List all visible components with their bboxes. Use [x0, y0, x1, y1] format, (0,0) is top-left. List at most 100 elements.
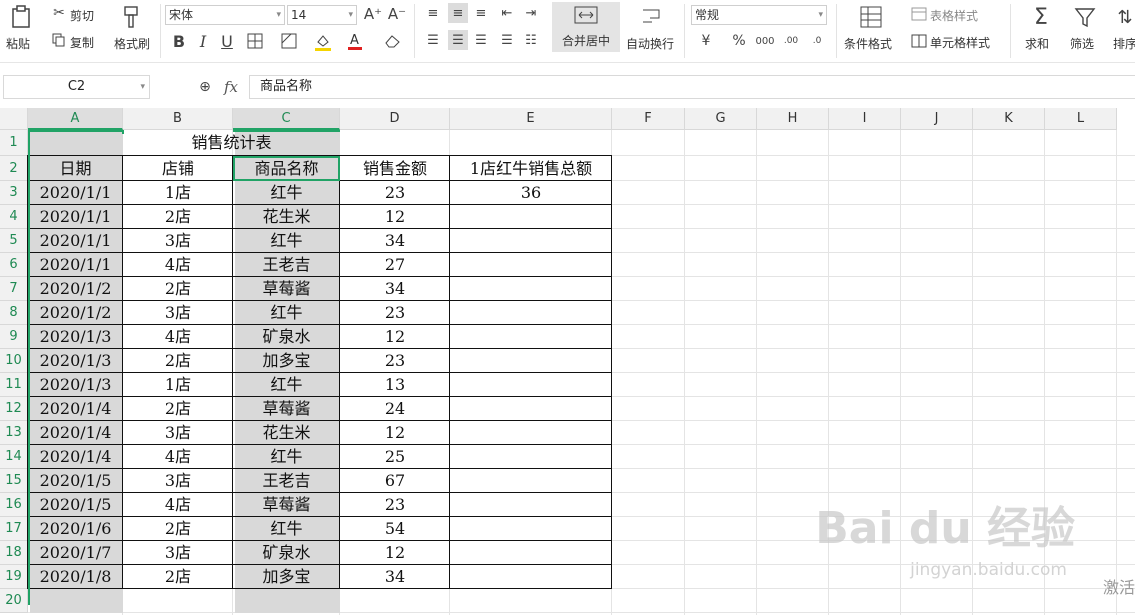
fill-color-icon[interactable]	[310, 31, 336, 53]
sum-icon[interactable]: Σ	[1028, 4, 1054, 30]
row-header-5[interactable]: 5	[0, 229, 28, 253]
data-cell[interactable]: 矿泉水	[233, 541, 340, 565]
data-cell[interactable]: 2店	[123, 397, 233, 421]
data-cell[interactable]: 3店	[123, 229, 233, 253]
row-header-16[interactable]: 16	[0, 493, 28, 517]
data-cell[interactable]: 34	[340, 277, 450, 301]
data-cell[interactable]: 2020/1/4	[28, 445, 123, 469]
paste-icon[interactable]	[8, 4, 34, 30]
data-cell[interactable]: 2店	[123, 349, 233, 373]
cell-style-icon[interactable]	[910, 33, 928, 49]
name-box[interactable]: C2 ▾	[3, 75, 150, 99]
wrap-text-icon[interactable]	[638, 4, 664, 28]
fill-style-icon[interactable]	[276, 31, 302, 51]
data-cell[interactable]: 4店	[123, 445, 233, 469]
data-cell[interactable]: 红牛	[233, 517, 340, 541]
column-header-l[interactable]: L	[1045, 108, 1117, 130]
data-cell[interactable]: 红牛	[233, 445, 340, 469]
data-cell[interactable]: 2020/1/3	[28, 373, 123, 397]
row-header-2[interactable]: 2	[0, 156, 28, 181]
data-cell[interactable]: 2店	[123, 205, 233, 229]
formula-input[interactable]: 商品名称	[249, 75, 1135, 99]
data-cell[interactable]: 2020/1/1	[28, 181, 123, 205]
data-cell[interactable]: 草莓酱	[233, 397, 340, 421]
row-header-12[interactable]: 12	[0, 397, 28, 421]
data-cell[interactable]: 2020/1/1	[28, 253, 123, 277]
wrap-text-button[interactable]: 自动换行	[626, 35, 674, 52]
data-cell[interactable]: 54	[340, 517, 450, 541]
data-cell[interactable]: 2020/1/4	[28, 421, 123, 445]
table-style-button[interactable]: 表格样式	[930, 7, 978, 24]
thousands-separator-icon[interactable]: 000	[754, 31, 776, 51]
data-cell[interactable]: 红牛	[233, 181, 340, 205]
row-header-17[interactable]: 17	[0, 517, 28, 541]
column-header-b[interactable]: B	[123, 108, 233, 130]
data-cell[interactable]: 3店	[123, 421, 233, 445]
align-center-icon[interactable]: ☰	[448, 30, 468, 50]
header-cell[interactable]: 日期	[28, 156, 123, 181]
row-header-9[interactable]: 9	[0, 325, 28, 349]
cut-icon[interactable]: ✂	[50, 4, 68, 22]
column-header-d[interactable]: D	[340, 108, 450, 130]
column-header-g[interactable]: G	[685, 108, 757, 130]
decrease-decimal-icon[interactable]: .0	[806, 31, 828, 51]
data-cell[interactable]: 2020/1/1	[28, 205, 123, 229]
data-cell[interactable]: 2店	[123, 277, 233, 301]
border-icon[interactable]	[242, 31, 268, 51]
column-header-j[interactable]: J	[901, 108, 973, 130]
sheet-title-cell[interactable]: 销售统计表	[123, 130, 340, 156]
data-cell[interactable]: 加多宝	[233, 565, 340, 589]
sort-icon[interactable]: ⇅	[1115, 4, 1135, 30]
column-header-h[interactable]: H	[757, 108, 829, 130]
data-cell[interactable]: 矿泉水	[233, 325, 340, 349]
data-cell[interactable]: 2020/1/8	[28, 565, 123, 589]
row-header-13[interactable]: 13	[0, 421, 28, 445]
data-cell[interactable]: 2020/1/5	[28, 469, 123, 493]
data-cell[interactable]: 4店	[123, 493, 233, 517]
data-cell[interactable]: 12	[340, 541, 450, 565]
data-cell[interactable]: 2020/1/3	[28, 349, 123, 373]
data-cell[interactable]: 加多宝	[233, 349, 340, 373]
conditional-format-button[interactable]: 条件格式	[844, 35, 892, 52]
column-header-f[interactable]: F	[612, 108, 685, 130]
increase-indent-icon[interactable]: ⇥	[522, 4, 540, 22]
column-header-a[interactable]: A	[28, 108, 123, 130]
header-cell[interactable]: 1店红牛销售总额	[450, 156, 612, 181]
data-cell[interactable]: 23	[340, 181, 450, 205]
data-cell[interactable]: 12	[340, 325, 450, 349]
data-cell[interactable]: 12	[340, 421, 450, 445]
data-cell[interactable]: 红牛	[233, 373, 340, 397]
copy-icon[interactable]	[50, 31, 68, 49]
align-bottom-icon[interactable]: ≡	[472, 4, 490, 22]
align-top-icon[interactable]: ≡	[424, 4, 442, 22]
filter-icon[interactable]	[1072, 4, 1098, 30]
data-cell[interactable]: 王老吉	[233, 469, 340, 493]
format-painter-button[interactable]: 格式刷	[114, 35, 150, 52]
data-cell[interactable]: 34	[340, 565, 450, 589]
data-cell[interactable]: 草莓酱	[233, 277, 340, 301]
data-cell[interactable]: 2020/1/7	[28, 541, 123, 565]
row-header-7[interactable]: 7	[0, 277, 28, 301]
data-cell[interactable]: 4店	[123, 253, 233, 277]
font-size-select[interactable]: 14 ▾	[287, 5, 357, 25]
select-all-corner[interactable]	[0, 108, 28, 130]
data-cell[interactable]: 23	[340, 349, 450, 373]
cell-style-button[interactable]: 单元格样式	[930, 34, 990, 51]
bold-button[interactable]: B	[170, 31, 188, 51]
align-left-icon[interactable]: ☰	[424, 31, 442, 49]
data-cell[interactable]: 27	[340, 253, 450, 277]
row-header-10[interactable]: 10	[0, 349, 28, 373]
data-cell[interactable]: 花生米	[233, 421, 340, 445]
data-cell[interactable]: 2020/1/3	[28, 325, 123, 349]
data-cell[interactable]: 3店	[123, 301, 233, 325]
row-header-4[interactable]: 4	[0, 205, 28, 229]
zoom-search-icon[interactable]: ⊕	[196, 78, 214, 96]
data-cell[interactable]: 4店	[123, 325, 233, 349]
header-cell[interactable]: 销售金额	[340, 156, 450, 181]
data-cell[interactable]: 34	[340, 229, 450, 253]
row-header-19[interactable]: 19	[0, 565, 28, 589]
data-cell[interactable]: 2020/1/2	[28, 301, 123, 325]
italic-button[interactable]: I	[194, 31, 212, 51]
data-cell[interactable]: 王老吉	[233, 253, 340, 277]
decrease-font-icon[interactable]: A⁻	[388, 4, 406, 24]
